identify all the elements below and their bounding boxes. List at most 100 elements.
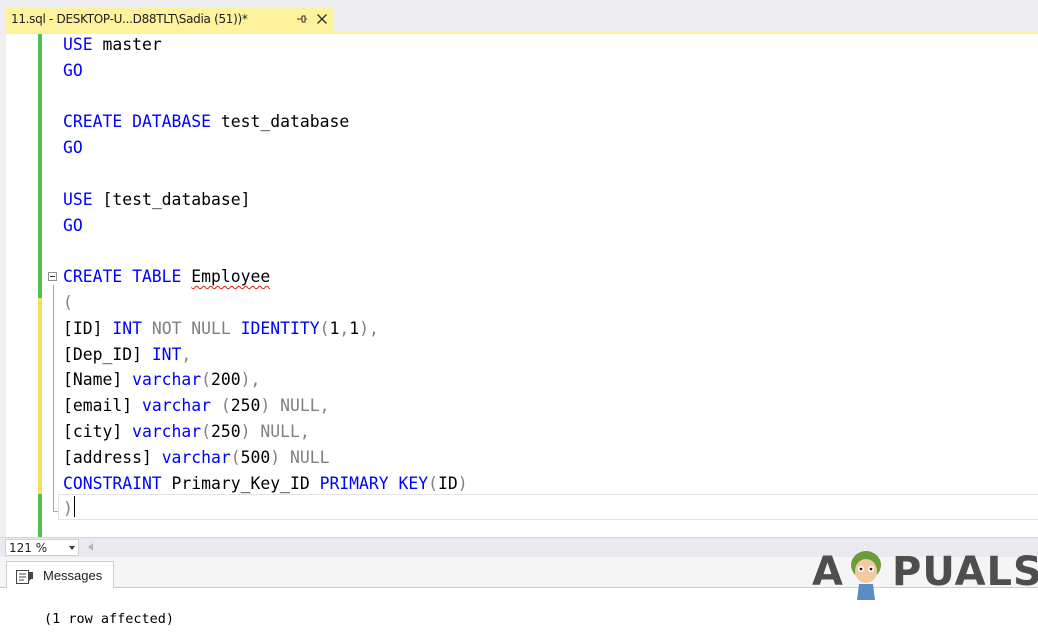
text-caret xyxy=(74,496,75,517)
keyword: CREATE DATABASE xyxy=(63,112,212,132)
operator: NULL xyxy=(260,422,300,441)
keyword: INT xyxy=(112,318,142,338)
watermark-text: A xyxy=(812,549,843,595)
keyword: IDENTITY xyxy=(240,318,320,338)
code-line: USE [test_database] xyxy=(63,187,251,213)
paren: ( xyxy=(201,370,212,390)
tab-messages-label: Messages xyxy=(43,568,103,583)
code-line: CREATE TABLE Employee xyxy=(63,264,270,290)
code-line: [email] varchar (250) NULL, xyxy=(63,393,330,419)
code-line: GO xyxy=(63,135,83,161)
saved-change-indicator xyxy=(38,494,42,537)
operator: NULL xyxy=(290,447,330,467)
operator: NULL xyxy=(280,396,320,416)
identifier-with-error: Employee xyxy=(191,267,271,287)
column-name: [address] xyxy=(63,447,162,467)
paren: ( xyxy=(201,422,212,441)
unsaved-change-indicator xyxy=(38,298,42,494)
close-icon[interactable] xyxy=(315,11,329,27)
number: 250 xyxy=(230,396,261,416)
number: 200 xyxy=(211,370,241,390)
paren: ( xyxy=(211,396,231,416)
zoom-selector[interactable]: 121 % xyxy=(5,539,79,556)
paren: ( xyxy=(230,447,241,467)
identifier: master xyxy=(92,35,162,54)
comma: , xyxy=(319,396,330,416)
number: 500 xyxy=(240,447,271,467)
document-tab-bar: 11.sql - DESKTOP-U...D88TLT\Sadia (51))* xyxy=(0,0,1038,34)
messages-icon xyxy=(16,569,34,584)
tab-title: 11.sql - DESKTOP-U...D88TLT\Sadia (51))* xyxy=(11,12,248,26)
code-line: ( xyxy=(63,290,73,316)
identifier: test_database xyxy=(211,112,350,132)
collapse-icon[interactable] xyxy=(48,272,57,281)
keyword: GO xyxy=(63,60,83,80)
paren: ( xyxy=(428,473,439,493)
pin-icon[interactable] xyxy=(295,11,309,27)
keyword: USE xyxy=(63,35,93,54)
document-tab[interactable]: 11.sql - DESKTOP-U...D88TLT\Sadia (51))* xyxy=(6,7,333,32)
code-line: GO xyxy=(63,213,83,239)
column-name: [city] xyxy=(63,422,133,441)
code-line: USE master xyxy=(63,32,162,58)
number: 1 xyxy=(349,318,360,338)
saved-change-indicator xyxy=(38,272,42,298)
comma: , xyxy=(181,344,192,364)
keyword: INT xyxy=(151,344,182,364)
comma: , xyxy=(339,318,350,338)
number: 250 xyxy=(211,422,241,441)
mascot-icon xyxy=(851,551,881,600)
code-line: [city] varchar(250) NULL, xyxy=(63,419,310,445)
code-line: [ID] INT NOT NULL IDENTITY(1,1), xyxy=(63,316,379,342)
keyword: PRIMARY KEY xyxy=(319,473,429,493)
paren: ( xyxy=(319,318,330,338)
identifier: ID xyxy=(438,473,458,493)
code-line: [address] varchar(500) NULL xyxy=(63,445,329,471)
keyword: CONSTRAINT xyxy=(63,473,162,493)
column-name: [Dep_ID] xyxy=(63,344,152,364)
code-line: GO xyxy=(63,58,83,84)
keyword: varchar xyxy=(141,396,212,416)
message-output: (1 row affected) xyxy=(44,611,175,627)
code-line: CONSTRAINT Primary_Key_ID PRIMARY KEY(ID… xyxy=(63,471,468,497)
watermark-text: PUALS xyxy=(892,549,1038,595)
keyword: GO xyxy=(63,138,83,158)
editor-margin xyxy=(0,34,6,537)
operator: NOT NULL xyxy=(151,318,231,338)
zoom-value: 121 % xyxy=(9,541,48,555)
scroll-left-icon[interactable] xyxy=(88,543,93,551)
identifier: Primary_Key_ID xyxy=(161,473,320,493)
keyword: varchar xyxy=(132,422,202,441)
watermark: A PUALS xyxy=(812,545,1038,603)
code-line: [Name] varchar(200), xyxy=(63,367,260,393)
paren: ( xyxy=(63,293,73,312)
tab-messages[interactable]: Messages xyxy=(6,561,114,589)
paren: ) xyxy=(63,499,73,519)
keyword: GO xyxy=(63,215,83,235)
paren: ), xyxy=(359,318,379,338)
column-name: [Name] xyxy=(63,370,133,390)
code-line: [Dep_ID] INT, xyxy=(63,342,191,368)
paren: ) xyxy=(240,422,261,441)
keyword: varchar xyxy=(132,370,202,390)
outline-guide xyxy=(53,285,54,511)
number: 1 xyxy=(329,318,340,338)
code-line: CREATE DATABASE test_database xyxy=(63,109,349,135)
column-name: [ID] xyxy=(63,318,113,338)
chevron-down-icon[interactable] xyxy=(69,546,75,550)
paren: ) xyxy=(457,473,468,493)
current-line-highlight xyxy=(58,494,1038,520)
paren: ), xyxy=(240,370,261,390)
paren: ) xyxy=(260,396,281,416)
column-name: [email] xyxy=(63,396,142,416)
keyword: CREATE TABLE xyxy=(63,267,182,287)
paren: ) xyxy=(270,447,290,467)
query-editor[interactable]: USE master GO CREATE DATABASE test_datab… xyxy=(0,34,1038,537)
comma: , xyxy=(299,422,310,441)
keyword: USE xyxy=(63,189,93,209)
code-line: ) xyxy=(63,496,73,522)
saved-change-indicator xyxy=(38,34,42,272)
